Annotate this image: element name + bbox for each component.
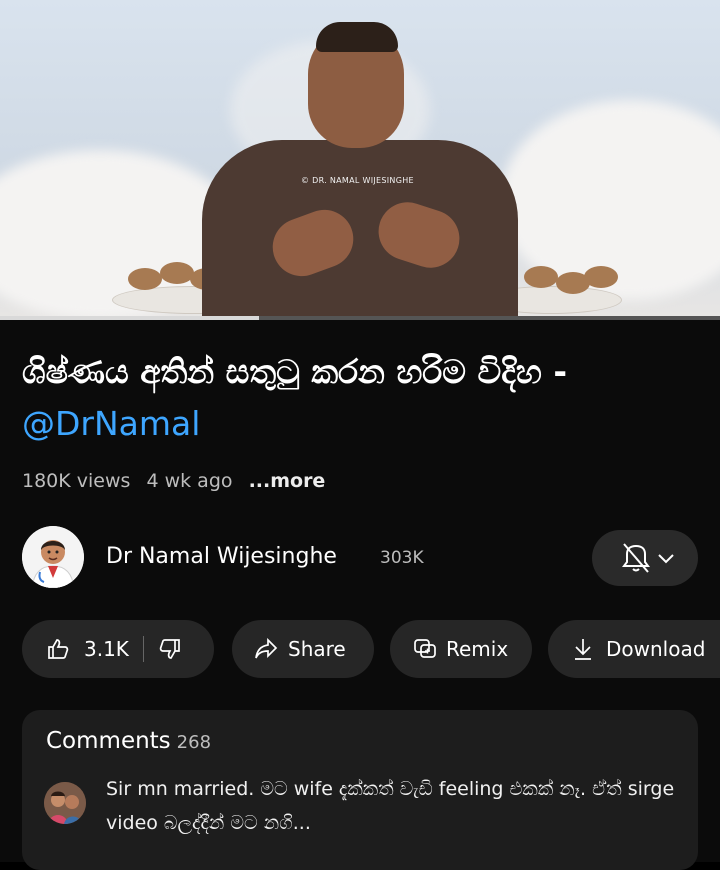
presenter-hair bbox=[316, 22, 398, 52]
remix-icon bbox=[412, 637, 438, 661]
comments-label: Comments bbox=[46, 728, 171, 754]
chevron-down-icon bbox=[658, 554, 674, 564]
comments-header: Comments 268 bbox=[46, 728, 211, 754]
like-divider bbox=[142, 636, 144, 662]
fruit bbox=[584, 266, 618, 288]
video-title-text: ශිෂ්ණය අතින් සතුටු කරන හරිම විදිහ - bbox=[22, 352, 568, 391]
like-count[interactable]: 3.1K bbox=[84, 637, 129, 661]
share-button[interactable]: Share bbox=[232, 620, 374, 678]
video-title[interactable]: ශිෂ්ණය අතින් සතුටු කරන හරිම විදිහ - @DrN… bbox=[22, 346, 682, 450]
fruit bbox=[160, 262, 194, 284]
download-label: Download bbox=[606, 637, 706, 661]
subscriber-count: 303K bbox=[380, 548, 424, 568]
share-label: Share bbox=[288, 637, 346, 661]
doctor-avatar-icon bbox=[22, 526, 84, 588]
commenter-photo-icon bbox=[44, 782, 86, 824]
thumbs-up-icon[interactable] bbox=[46, 637, 70, 661]
download-button[interactable]: Download bbox=[548, 620, 720, 678]
video-watermark: © DR. NAMAL WIJESINGHE bbox=[301, 176, 414, 185]
thumbs-down-icon[interactable] bbox=[158, 637, 182, 661]
view-count: 180K views bbox=[22, 470, 131, 492]
comments-card[interactable]: Comments 268 Sir mn married. මට wife දැක්… bbox=[22, 710, 698, 870]
remix-label: Remix bbox=[446, 637, 509, 661]
channel-row[interactable]: Dr Namal Wijesinghe 303K bbox=[22, 526, 698, 590]
more-link[interactable]: ...more bbox=[249, 470, 326, 492]
bell-off-icon bbox=[622, 543, 650, 573]
top-comment-text: Sir mn married. මට wife දැක්කත් වැඩි fee… bbox=[106, 778, 675, 834]
fruit bbox=[524, 266, 558, 288]
action-bar: 3.1K Share Remix Download bbox=[22, 620, 720, 678]
video-player[interactable]: © DR. NAMAL WIJESINGHE bbox=[0, 0, 720, 320]
title-mention-link[interactable]: @DrNamal bbox=[22, 404, 200, 443]
comments-count: 268 bbox=[176, 732, 212, 753]
video-meta[interactable]: 180K views 4 wk ago ...more bbox=[22, 470, 335, 492]
channel-name[interactable]: Dr Namal Wijesinghe bbox=[106, 544, 337, 569]
like-dislike-group: 3.1K bbox=[22, 620, 214, 678]
video-details-panel: ශිෂ්ණය අතින් සතුටු කරන හරිම විදිහ - @DrN… bbox=[0, 320, 720, 870]
upload-age: 4 wk ago bbox=[146, 470, 233, 492]
fruit bbox=[128, 268, 162, 290]
remix-button[interactable]: Remix bbox=[390, 620, 532, 678]
notification-button[interactable] bbox=[592, 530, 698, 586]
presenter-body bbox=[202, 140, 518, 320]
channel-avatar[interactable] bbox=[22, 526, 84, 588]
download-icon bbox=[572, 637, 594, 661]
commenter-avatar[interactable] bbox=[44, 782, 86, 824]
share-icon bbox=[254, 638, 278, 660]
